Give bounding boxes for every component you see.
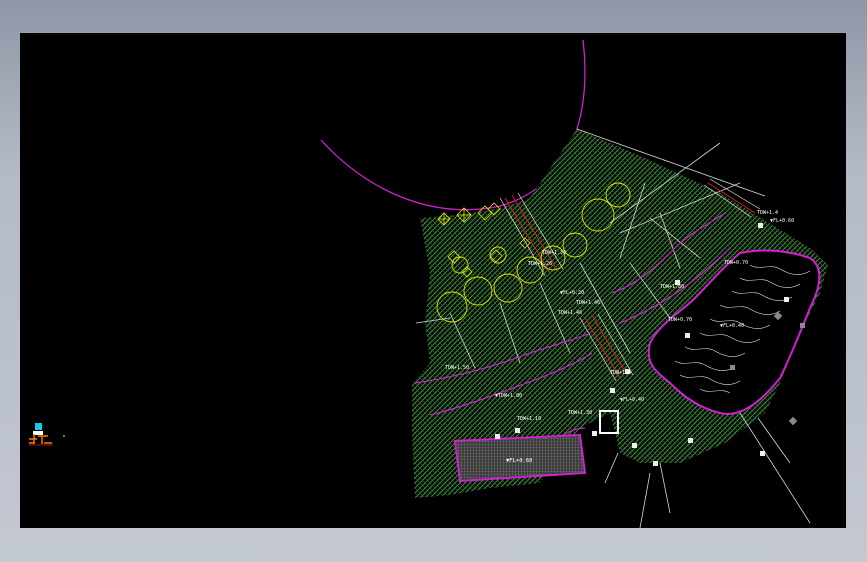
label-tdw-left-b: ▼TDW+1.80 xyxy=(495,393,522,399)
label-tdw-right-c: TDW+0.70 xyxy=(668,317,692,323)
label-tdw-lower: TDW+1.10 xyxy=(517,416,541,422)
drawing-canvas[interactable]: TDW+1.4 ▼FL+0.60 TDW+1.34 TDW+1.26 ▼FL+0… xyxy=(20,33,846,528)
label-tdw-center: TDW+1.4 xyxy=(610,370,631,376)
label-fl-top-right: ▼FL+0.60 xyxy=(770,218,794,224)
label-tdw-mid-d: TDW+1.46 xyxy=(558,310,582,316)
label-tdw-right-b: TDW+0.70 xyxy=(724,260,748,266)
label-fl-lower: ▼FL+0.40 xyxy=(620,397,644,403)
label-fl-pool: ▼FL+0.40 xyxy=(720,323,744,329)
label-fl-mid: ▼FL+0.20 xyxy=(560,290,584,296)
label-tdw-lower-b: TDW+1.30 xyxy=(568,410,592,416)
label-fl-terrace: ▼FL+0.60 xyxy=(506,458,533,464)
label-tdw-top: TDW+1.4 xyxy=(757,210,778,216)
label-tdw-mid-c: TDW+1.46 xyxy=(576,300,600,306)
label-tdw-mid-a: TDW+1.34 xyxy=(542,250,566,256)
label-tdw-left: TDW+1.50 xyxy=(445,365,469,371)
ucs-icon xyxy=(29,423,65,446)
label-tdw-mid-b: TDW+1.26 xyxy=(528,261,552,267)
label-tdw-right-a: TDW+1.80 xyxy=(660,284,684,290)
